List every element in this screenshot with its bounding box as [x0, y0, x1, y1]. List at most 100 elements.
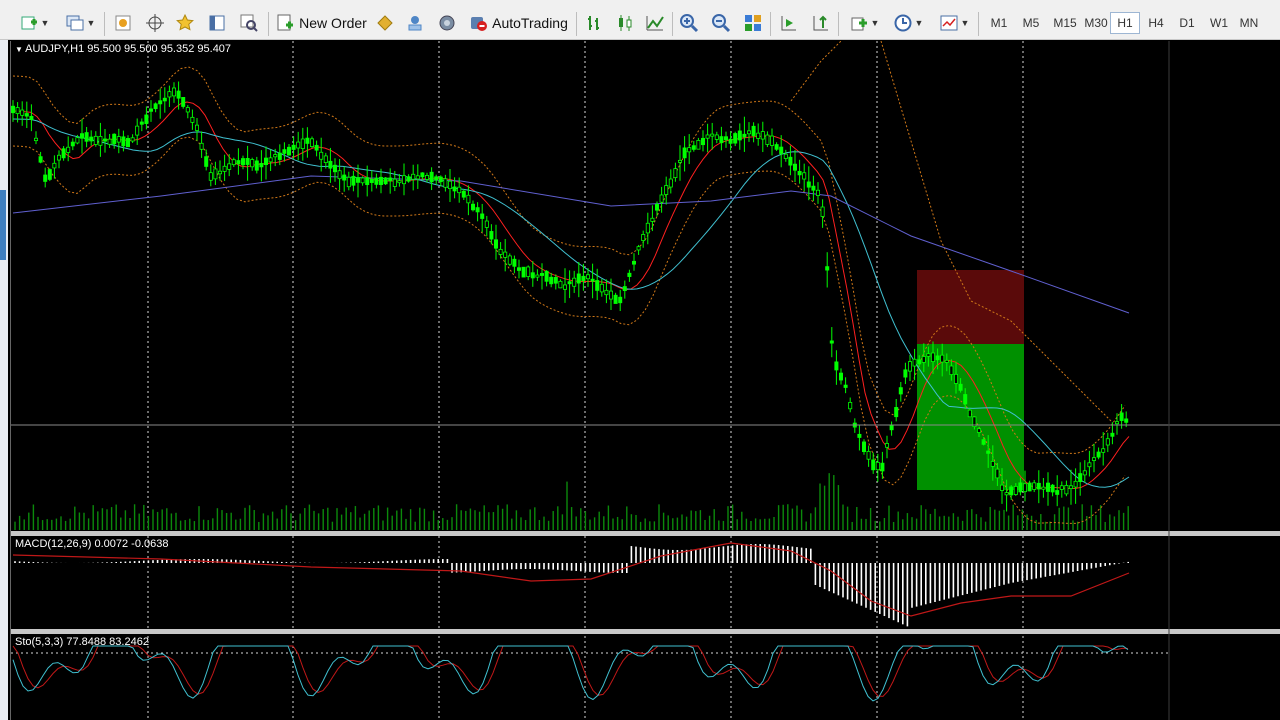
- candle-body: [126, 138, 131, 148]
- auto-scroll-button[interactable]: [776, 9, 802, 37]
- stoch-main-line: [12, 645, 1129, 702]
- autotrading-button[interactable]: AutoTrading: [464, 9, 572, 37]
- candle-body: [1069, 485, 1074, 490]
- timeframe-h1-button[interactable]: H1: [1110, 12, 1140, 34]
- stop-loss-zone: [917, 270, 1024, 344]
- candle-body: [222, 165, 227, 172]
- candle-body: [66, 146, 71, 153]
- candle-body: [484, 220, 489, 228]
- candle-body: [47, 169, 52, 180]
- candle-body: [176, 90, 181, 99]
- candle-body: [374, 177, 379, 185]
- candle-body: [475, 207, 480, 213]
- candle-body: [52, 162, 57, 169]
- zoom-in-button[interactable]: [676, 9, 702, 37]
- new-order-button[interactable]: New Order: [274, 9, 368, 37]
- bar-chart-button[interactable]: [582, 9, 608, 37]
- candle-body: [342, 174, 347, 181]
- candle-body: [98, 136, 103, 146]
- strategy-tester-button[interactable]: [236, 9, 262, 37]
- profiles-button[interactable]: ▼: [60, 9, 100, 37]
- timeframe-m30-button[interactable]: M30: [1079, 12, 1113, 34]
- candle-body: [567, 281, 572, 285]
- candle-body: [530, 272, 535, 279]
- timeframe-mn-button[interactable]: MN: [1234, 12, 1264, 34]
- stoch-signal-line: [12, 645, 1129, 697]
- crosshair-button[interactable]: [142, 9, 168, 37]
- candle-body: [857, 433, 862, 438]
- candle-body: [470, 203, 475, 211]
- candle-body: [144, 114, 149, 124]
- candle-body: [765, 134, 770, 145]
- chart-window[interactable]: ▼ AUDJPY,H1 95.500 95.500 95.352 95.407 …: [10, 40, 1280, 720]
- candle-body: [622, 286, 627, 291]
- zoom-out-button[interactable]: [708, 9, 734, 37]
- candle-body: [406, 176, 411, 182]
- candle-body: [259, 163, 264, 168]
- signals-button[interactable]: [402, 9, 428, 37]
- candle-body: [963, 394, 968, 405]
- candle-body: [300, 138, 305, 150]
- candle-body: [38, 156, 43, 163]
- chart-shift-button[interactable]: [808, 9, 834, 37]
- terminal-button[interactable]: [204, 9, 230, 37]
- candle-body: [498, 248, 503, 255]
- candle-body: [135, 125, 140, 136]
- candle-body: [116, 136, 121, 143]
- tile-windows-button[interactable]: [740, 9, 766, 37]
- candle-body: [553, 276, 558, 284]
- line-chart-button[interactable]: [642, 9, 668, 37]
- timeframe-m1-button[interactable]: M1: [984, 12, 1014, 34]
- splitter-handle[interactable]: [0, 190, 6, 260]
- candle-body: [355, 177, 360, 183]
- tile-windows-icon: [745, 15, 761, 31]
- timeframe-m15-button[interactable]: M15: [1048, 12, 1082, 34]
- candle-body: [1096, 451, 1101, 458]
- market-button[interactable]: [434, 9, 460, 37]
- diamond-icon: [377, 15, 393, 31]
- candle-body: [1059, 485, 1064, 490]
- meta-editor-button[interactable]: [372, 9, 398, 37]
- candle-body: [29, 115, 34, 121]
- candle-body: [687, 147, 692, 153]
- indicators-button[interactable]: ▼: [844, 9, 884, 37]
- main-toolbar: ▼ ▼ New Order AutoTrading ▼ ▼ ▼ M1 M5 M1…: [0, 6, 1280, 40]
- macd-pane-separator[interactable]: [11, 531, 1280, 536]
- auto-scroll-icon: [781, 16, 796, 31]
- candle-body: [944, 359, 949, 363]
- candle-body: [1046, 482, 1051, 492]
- candle-body: [1110, 432, 1115, 437]
- candle-body: [549, 276, 554, 285]
- templates-button[interactable]: ▼: [934, 9, 974, 37]
- new-order-icon: [277, 14, 294, 31]
- trading-terminal-window: ▼ ▼ New Order AutoTrading ▼ ▼ ▼ M1 M5 M1…: [0, 0, 1280, 720]
- candle-body: [696, 140, 701, 150]
- navigator-button[interactable]: [172, 9, 198, 37]
- candle-body: [714, 134, 719, 140]
- autotrading-icon: [471, 17, 488, 31]
- candle-body: [277, 152, 282, 160]
- new-chart-button[interactable]: ▼: [14, 9, 54, 37]
- periods-button[interactable]: ▼: [888, 9, 928, 37]
- stoch-pane-separator[interactable]: [11, 629, 1280, 634]
- candle-body: [194, 124, 199, 131]
- candle-body: [369, 178, 374, 183]
- chart-canvas[interactable]: [10, 40, 1280, 720]
- candle-body: [171, 87, 176, 97]
- candle-body: [802, 172, 807, 180]
- candle-body: [291, 144, 296, 150]
- timeframe-h4-button[interactable]: H4: [1141, 12, 1171, 34]
- market-watch-button[interactable]: [110, 9, 136, 37]
- candle-body: [70, 141, 75, 147]
- timeframe-d1-button[interactable]: D1: [1172, 12, 1202, 34]
- collapse-arrow-icon[interactable]: ▼: [15, 45, 25, 54]
- candle-body: [263, 157, 268, 166]
- candlestick-button[interactable]: [612, 9, 638, 37]
- candle-body: [981, 439, 986, 445]
- timeframe-w1-button[interactable]: W1: [1204, 12, 1234, 34]
- candle-body: [15, 107, 20, 115]
- candle-body: [820, 206, 825, 217]
- candle-body: [250, 159, 255, 168]
- candle-body: [793, 163, 798, 171]
- timeframe-m5-button[interactable]: M5: [1016, 12, 1046, 34]
